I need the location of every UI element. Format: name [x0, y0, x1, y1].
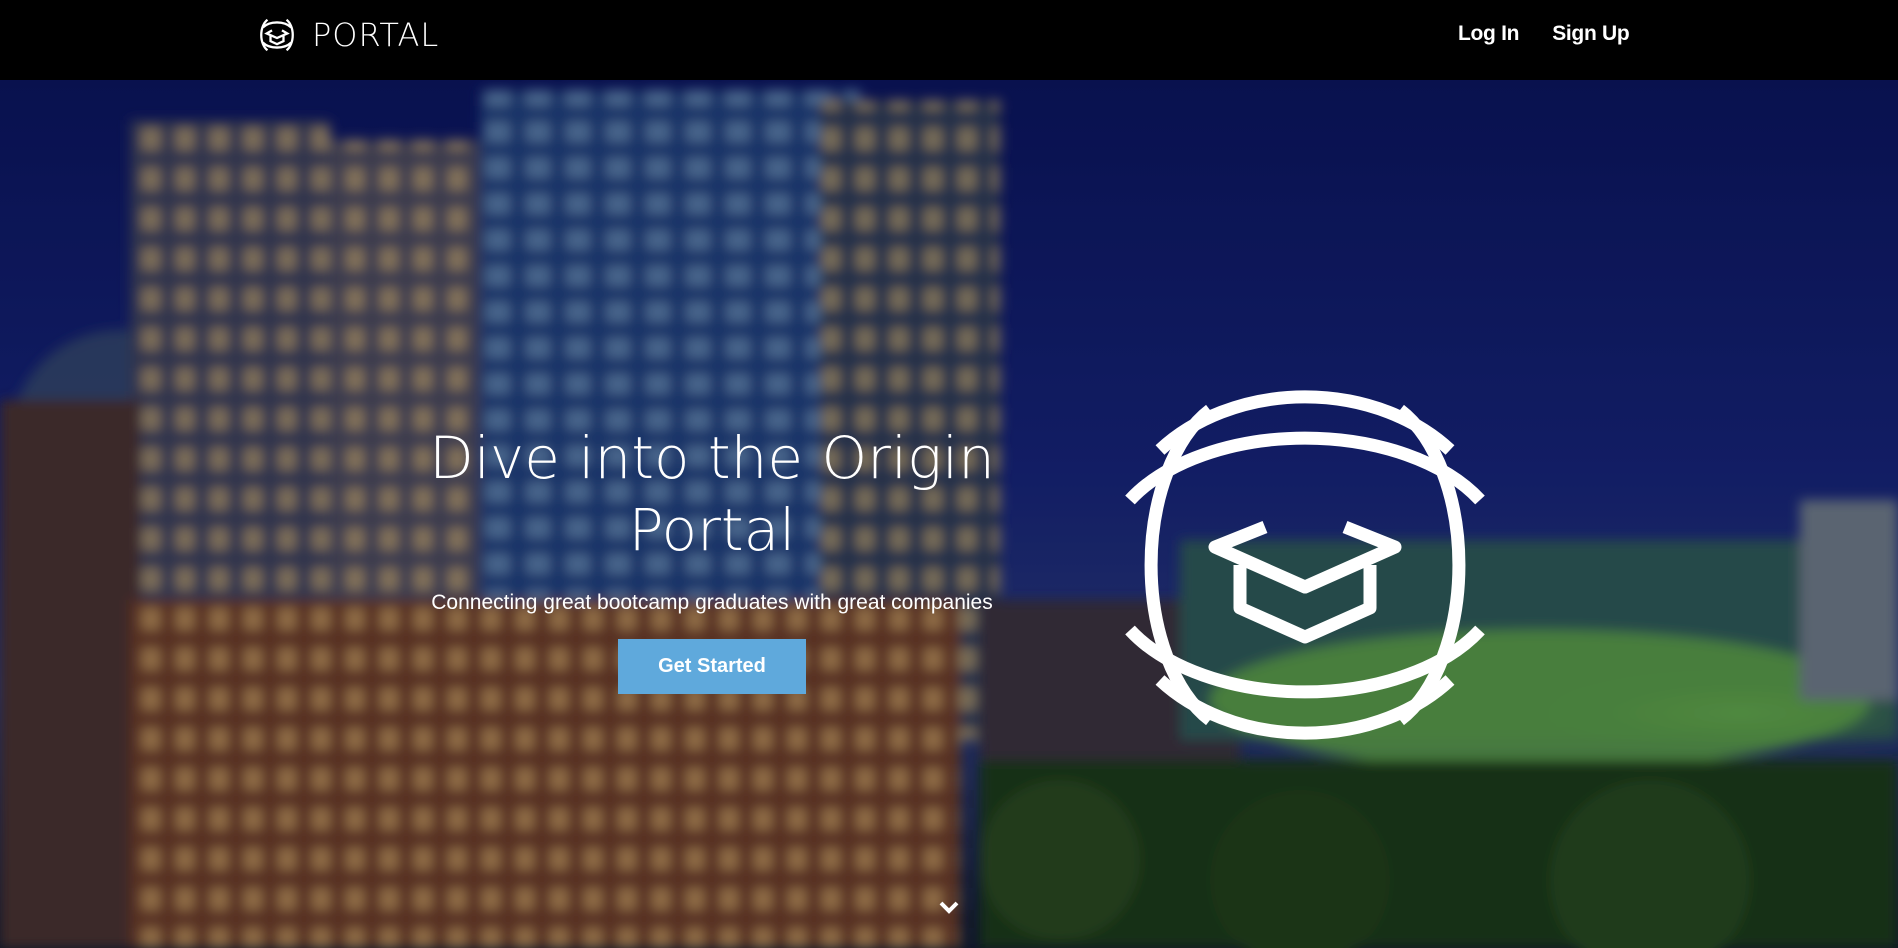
signup-link[interactable]: Sign Up — [1552, 22, 1630, 46]
get-started-button[interactable]: Get Started — [618, 639, 806, 694]
hero-subtitle: Connecting great bootcamp graduates with… — [431, 591, 993, 614]
nav-links: Log In Sign Up — [1458, 22, 1630, 46]
hero-section: Dive into the Origin Portal Connecting g… — [0, 80, 1898, 948]
brand-home-link[interactable]: PORTAL — [256, 15, 439, 55]
top-navbar: PORTAL Log In Sign Up — [0, 0, 1898, 80]
hero-title: Dive into the Origin Portal — [429, 424, 995, 564]
orbit-graduation-cap-icon — [1125, 390, 1485, 740]
chevron-down-icon[interactable] — [935, 896, 963, 920]
portal-logo-icon — [260, 18, 294, 52]
login-link[interactable]: Log In — [1458, 22, 1519, 46]
brand-name: PORTAL — [312, 16, 440, 54]
